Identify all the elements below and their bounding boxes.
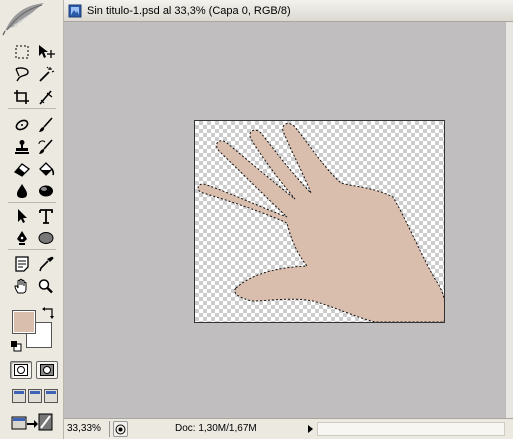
toolbox-divider <box>8 249 56 250</box>
move-tool[interactable] <box>36 43 56 61</box>
type-tool[interactable] <box>36 207 56 225</box>
healing-brush-icon <box>15 119 29 131</box>
brush-icon <box>39 117 53 132</box>
toolbox-divider <box>8 108 56 109</box>
status-menu-button[interactable] <box>113 421 128 437</box>
eyedropper-icon <box>39 256 54 272</box>
status-info-menu-button[interactable] <box>305 422 315 436</box>
move-icon <box>39 45 55 58</box>
zoom-tool[interactable] <box>36 277 56 295</box>
foreground-color-swatch[interactable] <box>12 310 36 334</box>
history-brush-icon <box>38 139 53 154</box>
lasso-tool[interactable] <box>12 65 32 83</box>
rectangular-marquee-icon <box>15 45 29 59</box>
document-title: Sin titulo-1.psd al 33,3% (Capa 0, RGB/8… <box>87 4 291 17</box>
standard-mode-icon <box>14 364 28 376</box>
eraser-icon <box>13 163 31 177</box>
hand-layer <box>197 123 444 322</box>
zoom-icon <box>38 279 53 294</box>
notes-tool[interactable] <box>12 255 32 273</box>
path-selection-icon <box>18 209 27 223</box>
magic-wand-tool[interactable] <box>36 65 56 83</box>
rectangular-marquee-tool[interactable] <box>12 43 32 61</box>
default-colors-icon <box>11 341 22 352</box>
dodge-icon <box>39 185 53 197</box>
full-screen-menu-mode-button[interactable] <box>28 389 42 403</box>
standard-screen-mode-button[interactable] <box>12 389 26 403</box>
brush-tool[interactable] <box>36 116 56 134</box>
psd-document-icon <box>68 4 82 17</box>
horizontal-scrollbar[interactable] <box>317 422 505 436</box>
quick-mask-icon <box>40 364 54 376</box>
history-brush-tool[interactable] <box>36 138 56 156</box>
image-canvas[interactable] <box>194 120 445 323</box>
play-triangle-icon <box>307 425 313 433</box>
standard-mode-button[interactable] <box>10 361 32 379</box>
hand-tool[interactable] <box>12 277 32 295</box>
swap-arrows-icon <box>42 307 54 319</box>
imageready-icon <box>11 413 53 431</box>
hand-shape <box>197 123 444 322</box>
zoom-level-field[interactable]: 33,33% <box>67 423 101 434</box>
crop-tool[interactable] <box>12 88 32 106</box>
path-selection-tool[interactable] <box>12 207 32 225</box>
type-icon <box>39 209 53 224</box>
status-bar: 33,33% Doc: 1,30M/1,67M <box>64 418 513 439</box>
vertical-scrollbar[interactable] <box>505 22 513 418</box>
magic-wand-icon <box>39 66 55 82</box>
photoshop-feather-logo <box>2 3 44 36</box>
status-divider <box>109 421 110 437</box>
navigator-icon <box>115 424 126 434</box>
document-size-info: Doc: 1,30M/1,67M <box>175 423 257 434</box>
document-title-bar[interactable]: Sin titulo-1.psd al 33,3% (Capa 0, RGB/8… <box>64 0 513 22</box>
lasso-icon <box>15 67 29 82</box>
default-colors-button[interactable] <box>10 339 22 352</box>
slice-tool[interactable] <box>36 88 56 106</box>
blur-tool[interactable] <box>12 182 32 200</box>
pen-tool[interactable] <box>12 229 32 247</box>
clone-stamp-tool[interactable] <box>12 138 32 156</box>
paint-bucket-icon <box>39 162 55 176</box>
crop-icon <box>14 90 29 104</box>
quick-mask-mode-button[interactable] <box>36 361 58 379</box>
toolbox-divider <box>8 202 56 203</box>
swap-colors-button[interactable] <box>41 306 55 320</box>
tools-palette <box>0 0 64 439</box>
hand-icon <box>14 278 27 294</box>
jump-to-imageready-button[interactable] <box>10 411 54 433</box>
ellipse-tool[interactable] <box>36 229 56 247</box>
slice-icon <box>39 90 53 105</box>
ellipse-icon <box>38 232 54 244</box>
eyedropper-tool[interactable] <box>36 255 56 273</box>
blur-icon <box>17 184 27 198</box>
pen-icon <box>17 231 27 245</box>
healing-brush-tool[interactable] <box>12 116 32 134</box>
full-screen-mode-button[interactable] <box>44 389 58 403</box>
notes-icon <box>15 256 29 272</box>
dodge-tool[interactable] <box>36 182 56 200</box>
document-window: Sin titulo-1.psd al 33,3% (Capa 0, RGB/8… <box>64 0 513 439</box>
clone-stamp-icon <box>15 140 29 154</box>
eraser-tool[interactable] <box>12 160 32 178</box>
paint-bucket-tool[interactable] <box>36 160 56 178</box>
